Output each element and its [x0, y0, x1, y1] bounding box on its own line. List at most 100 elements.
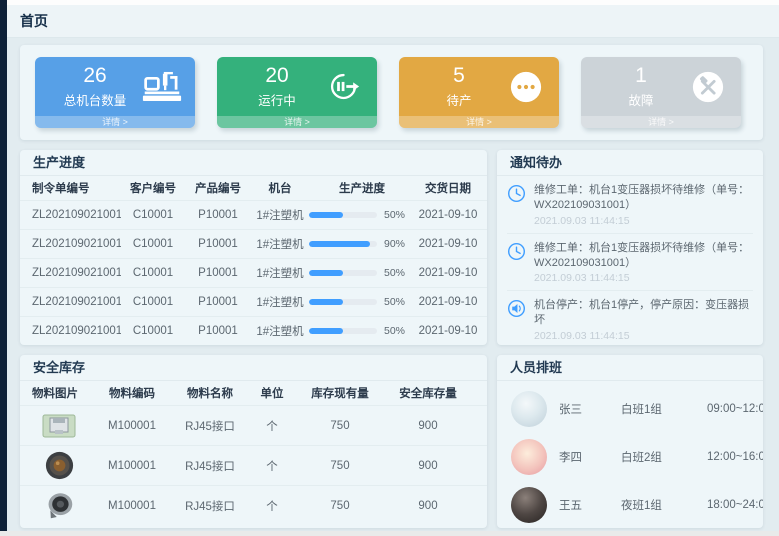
clock-icon	[507, 241, 526, 285]
product-no: P10001	[185, 209, 251, 221]
stat-card-detail-link[interactable]: 详情 >	[217, 116, 377, 128]
dashboard-screen: 首页 26 总机台数量	[0, 0, 779, 536]
sidebar-edge	[0, 0, 7, 531]
stat-card-body: 5 待产	[399, 57, 559, 116]
column-header: 产品编号	[185, 180, 251, 196]
material-unit: 个	[248, 458, 296, 474]
stat-card-text: 26 总机台数量	[48, 64, 142, 109]
clock-icon	[507, 183, 526, 227]
notice-item[interactable]: 维修工单：机台1变压器损坏待维修（单号：WX202109031001） 2021…	[507, 176, 753, 233]
table-row: ZL202109021001 C10001 P10001 1#注塑机 50% 2…	[20, 258, 487, 287]
progress-label: 50%	[384, 325, 405, 337]
notice-item[interactable]: 机台停产：机台1停产，停产原因：变压器损坏 2021.09.03 11:44:1…	[507, 290, 753, 345]
stat-card-total-machines[interactable]: 26 总机台数量	[35, 57, 195, 128]
table-row: ZL202109021001 C10001 P10001 1#注塑机 90% 2…	[20, 229, 487, 258]
main-area: 首页 26 总机台数量	[7, 5, 779, 531]
progress-cell: 50%	[309, 267, 415, 279]
stat-label: 待产	[412, 90, 506, 109]
stat-card-detail-link[interactable]: 详情 >	[399, 116, 559, 128]
safety-stock-panel: 安全库存 物料图片 物料编码 物料名称 单位 库存现有量 安全库存量	[20, 355, 487, 528]
material-unit: 个	[248, 498, 296, 514]
customer-no: C10001	[121, 238, 185, 250]
table-row: M100001 RJ45接口 个 750 900	[20, 445, 487, 485]
progress-cell: 50%	[309, 325, 415, 337]
material-name: RJ45接口	[172, 458, 248, 474]
material-image-speaker-round	[26, 451, 92, 480]
customer-no: C10001	[121, 209, 185, 221]
stat-label: 运行中	[230, 90, 324, 109]
progress-label: 50%	[384, 267, 405, 279]
machine: 1#注塑机	[251, 207, 309, 223]
notice-text: 机台停产：机台1停产，停产原因：变压器损坏	[534, 298, 753, 328]
staff-name: 王五	[559, 497, 621, 513]
tools-icon	[688, 70, 728, 104]
stat-label: 故障	[594, 90, 688, 109]
order-no: ZL202109021001	[26, 267, 121, 279]
customer-no: C10001	[121, 296, 185, 308]
staff-shift: 白班2组	[621, 449, 707, 465]
progress-bar	[309, 328, 377, 334]
stat-card-running[interactable]: 20 运行中 详情 >	[217, 57, 377, 128]
material-name: RJ45接口	[172, 498, 248, 514]
machine: 1#注塑机	[251, 323, 309, 339]
stat-card-detail-link[interactable]: 详情 >	[581, 116, 741, 128]
progress-label: 50%	[384, 209, 405, 221]
avatar	[511, 487, 547, 523]
staff-time: 18:00~24:00	[707, 499, 763, 511]
column-header: 生产进度	[309, 180, 415, 196]
customer-no: C10001	[121, 325, 185, 337]
notice-time: 2021.09.03 11:44:15	[534, 330, 753, 342]
stat-value: 1	[594, 64, 688, 88]
machine-icon	[142, 71, 182, 102]
stat-card-text: 20 运行中	[230, 64, 324, 109]
safety-quantity: 900	[384, 500, 472, 512]
table-header-row: 制令单编号 客户编号 产品编号 机台 生产进度 交货日期	[20, 176, 487, 200]
material-code: M100001	[92, 500, 172, 512]
staff-shift: 白班1组	[621, 401, 707, 417]
staff-shift: 夜班1组	[621, 497, 707, 513]
progress-cell: 90%	[309, 238, 415, 250]
panel-grid: 生产进度 制令单编号 客户编号 产品编号 机台 生产进度 交货日期 ZL2021…	[20, 150, 766, 528]
notices-panel: 通知待办 维修工单：机台1变压器损坏待维修（单号：WX202109031001）	[497, 150, 763, 345]
table-row: M100001 RJ45接口 个 750 900	[20, 485, 487, 525]
stock-quantity: 750	[296, 420, 384, 432]
notice-time: 2021.09.03 11:44:15	[534, 272, 753, 284]
staff-row: 王五 夜班1组 18:00~24:00	[511, 481, 749, 528]
progress-cell: 50%	[309, 296, 415, 308]
panel-title: 安全库存	[20, 355, 487, 381]
stat-card-fault[interactable]: 1 故障	[581, 57, 741, 128]
machine: 1#注塑机	[251, 265, 309, 281]
stat-cards-panel: 26 总机台数量	[20, 45, 763, 140]
safety-quantity: 900	[384, 420, 472, 432]
delivery-date: 2021-09-10	[415, 209, 481, 221]
material-name: RJ45接口	[172, 418, 248, 434]
staff-name: 张三	[559, 401, 621, 417]
stat-value: 26	[48, 64, 142, 88]
avatar	[511, 439, 547, 475]
stat-card-detail-link[interactable]: 详情 >	[35, 116, 195, 128]
order-no: ZL202109021001	[26, 209, 121, 221]
delivery-date: 2021-09-10	[415, 296, 481, 308]
notice-time: 2021.09.03 11:44:15	[534, 215, 753, 227]
staff-name: 李四	[559, 449, 621, 465]
panel-title: 通知待办	[497, 150, 763, 176]
material-image-speaker-cone	[26, 492, 92, 520]
staff-time: 12:00~16:00	[707, 451, 763, 463]
progress-bar	[309, 270, 377, 276]
customer-no: C10001	[121, 267, 185, 279]
delivery-date: 2021-09-10	[415, 325, 481, 337]
notice-item[interactable]: 维修工单：机台1变压器损坏待维修（单号：WX202109031001） 2021…	[507, 233, 753, 291]
ellipsis-icon	[506, 70, 546, 104]
machine: 1#注塑机	[251, 294, 309, 310]
order-no: ZL202109021001	[26, 238, 121, 250]
progress-bar	[309, 212, 377, 218]
stat-card-waiting[interactable]: 5 待产 详情 >	[399, 57, 559, 128]
staff-schedule-panel: 人员排班 张三 白班1组 09:00~12:00 李四 白班2组 1	[497, 355, 763, 528]
column-header: 安全库存量	[384, 385, 472, 401]
stat-card-body: 26 总机台数量	[35, 57, 195, 116]
product-no: P10001	[185, 238, 251, 250]
column-header: 交货日期	[415, 180, 481, 196]
stat-value: 20	[230, 64, 324, 88]
tab-home[interactable]: 首页	[20, 11, 48, 31]
panel-title: 人员排班	[497, 355, 763, 381]
